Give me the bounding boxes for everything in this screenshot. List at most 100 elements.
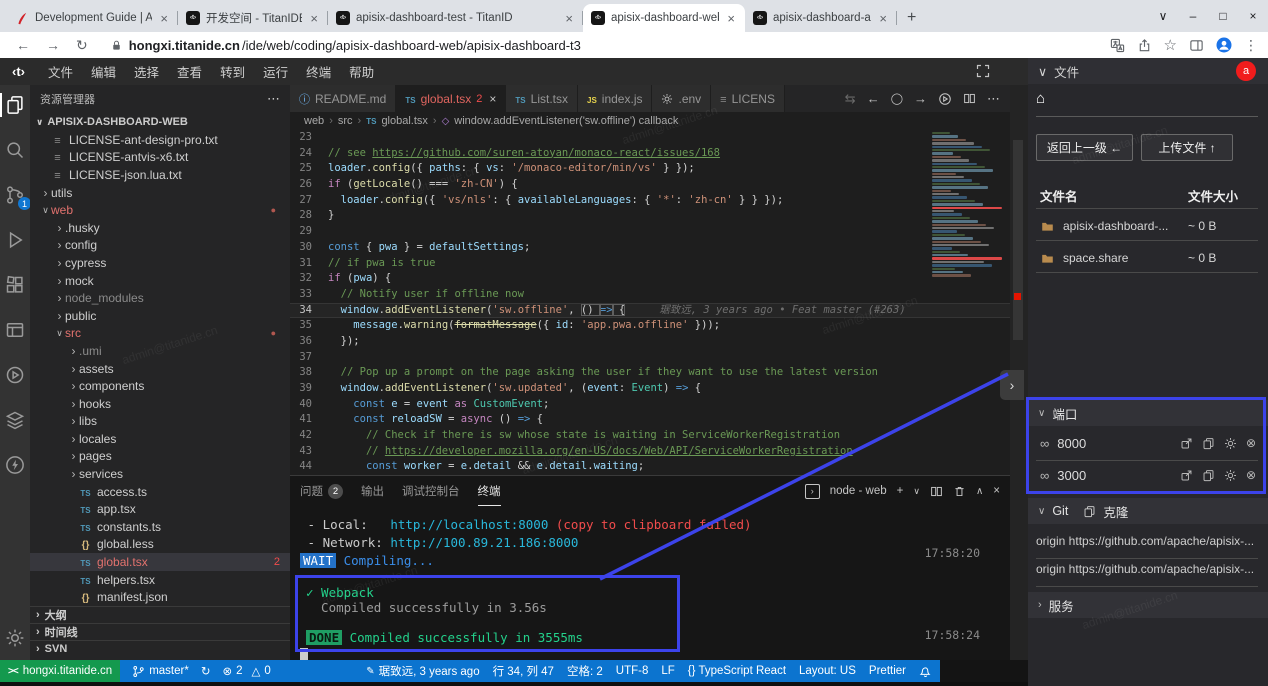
source-control-icon[interactable]: 1 (3, 183, 27, 207)
breadcrumb-item[interactable]: window.addEventListener('sw.offline') ca… (454, 115, 678, 127)
fullscreen-icon[interactable] (975, 63, 991, 79)
file-row[interactable]: ≡LICENSE-json.lua.txt (30, 166, 290, 184)
problems-indicator[interactable]: ⊗2△0 (222, 664, 270, 678)
folder-row[interactable]: ›locales (30, 430, 290, 448)
chevron-down-window-icon[interactable]: ∨ (1148, 9, 1178, 23)
editor-tab[interactable]: TSList.tsx (506, 85, 578, 112)
go-up-button[interactable]: 返回上一级 ← (1036, 134, 1133, 161)
terminal-tab-输出[interactable]: 输出 (361, 476, 384, 506)
breadcrumb[interactable]: web›src›TSglobal.tsx›◇window.addEventLis… (290, 112, 1010, 130)
folder-row[interactable]: ›config (30, 237, 290, 255)
file-row[interactable]: ≡LICENSE-antvis-x6.txt (30, 149, 290, 167)
status-item[interactable]: Prettier (869, 665, 906, 677)
menu-item-文件[interactable]: 文件 (39, 62, 82, 81)
folder-row[interactable]: ›utils (30, 184, 290, 202)
kill-terminal-icon[interactable] (953, 485, 966, 498)
gear-icon[interactable] (1224, 469, 1237, 482)
editor-scrollbar[interactable]: › (1010, 85, 1028, 660)
scrollbar-thumb[interactable] (1013, 140, 1023, 340)
notifications-bell-icon[interactable] (919, 665, 932, 678)
home-icon[interactable]: ⌂ (1036, 90, 1045, 107)
settings-gear-icon[interactable] (3, 626, 27, 650)
folder-row[interactable]: ›cypress (30, 254, 290, 272)
share-icon[interactable] (1137, 38, 1152, 53)
folder-row[interactable]: ›libs (30, 413, 290, 431)
run-debug-icon[interactable] (3, 228, 27, 252)
menu-item-查看[interactable]: 查看 (168, 62, 211, 81)
run-circle-icon[interactable] (938, 92, 952, 106)
close-panel-icon[interactable]: × (993, 485, 1000, 497)
new-tab-button[interactable]: + (897, 4, 926, 32)
file-row[interactable]: {}manifest.json (30, 588, 290, 606)
file-row[interactable]: TSaccess.ts (30, 483, 290, 501)
menu-item-帮助[interactable]: 帮助 (340, 62, 383, 81)
status-item[interactable]: {} TypeScript React (688, 665, 786, 677)
preview-icon[interactable] (3, 318, 27, 342)
menu-item-转到[interactable]: 转到 (211, 62, 254, 81)
file-row[interactable]: TSconstants.ts (30, 518, 290, 536)
port-row[interactable]: ∞8000⊗ (1040, 430, 1256, 456)
remote-indicator[interactable]: ><hongxi.titanide.cn (0, 660, 120, 682)
user-badge[interactable]: a (1236, 61, 1256, 81)
close-port-icon[interactable]: ⊗ (1246, 468, 1256, 482)
editor-tab[interactable]: ≡LICENS (711, 85, 785, 112)
extensions-icon[interactable] (3, 273, 27, 297)
copy-icon[interactable] (1202, 437, 1215, 450)
close-tab-icon[interactable]: × (308, 11, 320, 26)
browser-tab[interactable]: ‹t›apisix-dashboard-test - TitanID× (328, 4, 583, 32)
back-icon[interactable]: ← (16, 37, 30, 53)
browser-tab[interactable]: ‹t›apisix-dashboard-web - TitanI× (583, 4, 745, 32)
terminal-tab-问题[interactable]: 问题2 (300, 476, 343, 506)
side-panel-icon[interactable] (1189, 38, 1204, 53)
nav-forward-icon[interactable]: → (914, 91, 927, 106)
browser-tab[interactable]: ‹t›开发空间 - TitanIDE× (178, 4, 328, 32)
layers-icon[interactable] (3, 408, 27, 432)
code-editor[interactable]: 2324// see https://github.com/suren-atoy… (290, 130, 1010, 475)
more-actions-icon[interactable]: ⋯ (267, 91, 280, 107)
folder-row[interactable]: ›services (30, 465, 290, 483)
folder-row[interactable]: ›node_modules (30, 289, 290, 307)
sidebar-section-时间线[interactable]: ›时间线 (30, 623, 290, 640)
file-row[interactable]: TSglobal.tsx2 (30, 553, 290, 571)
breadcrumb-item[interactable]: web (304, 115, 324, 127)
status-item[interactable]: UTF-8 (616, 665, 649, 677)
status-item[interactable]: 行 34, 列 47 (493, 663, 554, 679)
maximize-panel-icon[interactable]: ∧ (976, 486, 983, 497)
folder-row[interactable]: ›hooks (30, 395, 290, 413)
reload-icon[interactable]: ↻ (76, 37, 88, 54)
browser-tab[interactable]: Development Guide | Apache× (8, 4, 178, 32)
menu-item-编辑[interactable]: 编辑 (82, 62, 125, 81)
editor-tab[interactable]: ⓘREADME.md (290, 85, 396, 112)
url-field[interactable]: hongxi.titanide.cn/ide/web/coding/apisix… (110, 38, 581, 53)
close-port-icon[interactable]: ⊗ (1246, 436, 1256, 450)
git-clone-label[interactable]: 克隆 (1103, 502, 1128, 521)
browser-menu-icon[interactable]: ⋮ (1244, 37, 1258, 54)
git-remote-row[interactable]: origin https://github.com/apache/apisix-… (1036, 562, 1260, 576)
port-row[interactable]: ∞3000⊗ (1040, 462, 1256, 488)
copy-icon[interactable] (1202, 469, 1215, 482)
search-icon[interactable] (3, 138, 27, 162)
chevron-down-icon[interactable]: ∨ (913, 486, 920, 497)
upload-file-button[interactable]: 上传文件 ↑ (1141, 134, 1233, 161)
remote-file-row[interactable]: apisix-dashboard-...~ 0 B (1040, 214, 1258, 238)
minimize-window-icon[interactable]: – (1178, 9, 1208, 23)
file-row[interactable]: TSapp.tsx (30, 500, 290, 518)
status-item[interactable]: 空格: 2 (567, 663, 603, 679)
folder-row[interactable]: ›components (30, 377, 290, 395)
explorer-root-folder[interactable]: ∨ APISIX-DASHBOARD-WEB (30, 113, 290, 131)
close-tab-icon[interactable]: × (489, 92, 496, 106)
services-section-header[interactable]: › 服务 (1028, 592, 1268, 618)
folder-row[interactable]: ›pages (30, 448, 290, 466)
editor-tab[interactable]: TSglobal.tsx2× (396, 85, 506, 112)
terminal-tab-调试控制台[interactable]: 调试控制台 (402, 476, 460, 506)
close-window-icon[interactable]: × (1238, 9, 1268, 23)
panel-expand-button[interactable]: › (1000, 370, 1024, 400)
ports-section-header[interactable]: ∨ 端口 (1028, 400, 1268, 426)
avatar[interactable] (1216, 37, 1232, 53)
folder-row[interactable]: ›.husky (30, 219, 290, 237)
split-terminal-icon[interactable] (930, 485, 943, 498)
browser-tab[interactable]: ‹t›apisix-dashboard-api - TitanID× (745, 4, 897, 32)
new-terminal-icon[interactable]: + (897, 485, 904, 497)
play-circle-icon[interactable] (3, 363, 27, 387)
bookmark-star-icon[interactable]: ☆ (1164, 36, 1177, 54)
